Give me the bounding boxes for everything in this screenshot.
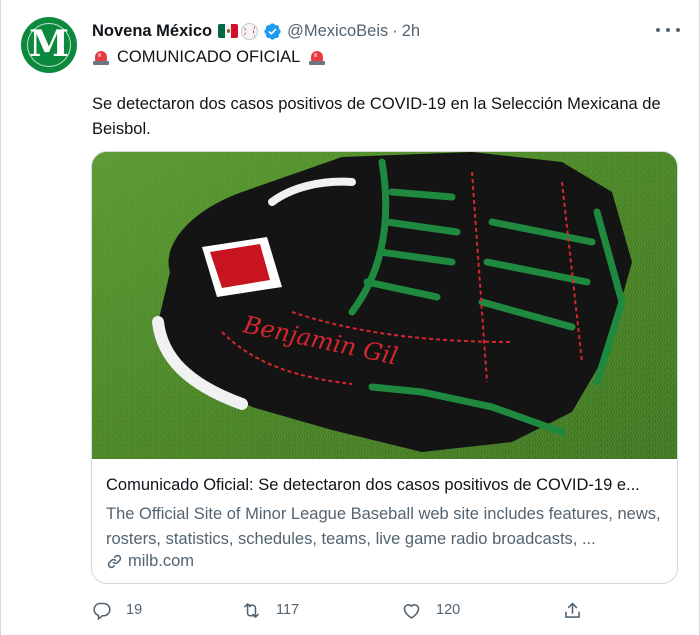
card-description: The Official Site of Minor League Baseba… [106, 505, 661, 548]
card-image[interactable]: Benjamin Gil [92, 152, 677, 459]
police-siren-icon [92, 48, 110, 66]
like-count: 120 [436, 602, 461, 618]
avatar[interactable]: M [21, 17, 77, 73]
tweet[interactable]: M Novena México @MexicoBeis · 2h COMUNIC… [0, 0, 700, 635]
retweet-button[interactable]: 117 [241, 596, 299, 624]
retweet-icon [244, 602, 259, 618]
glove-image: Benjamin Gil [92, 152, 677, 459]
retweet-count: 117 [276, 602, 300, 618]
link-icon [107, 554, 122, 568]
baseball-icon [241, 22, 259, 40]
display-name[interactable]: Novena México [92, 22, 212, 41]
avatar-ring [27, 23, 71, 67]
share-button[interactable] [562, 596, 583, 624]
like-button[interactable]: 120 [401, 596, 460, 624]
heart-icon [403, 603, 420, 619]
reply-icon [93, 602, 111, 620]
timestamp[interactable]: 2h [402, 22, 420, 41]
separator-dot: · [392, 21, 398, 40]
reply-count: 19 [126, 602, 143, 618]
action-bar: 19 117 120 [1, 596, 700, 624]
headline-text: COMUNICADO OFICIAL [117, 47, 301, 66]
mexico-flag-icon [218, 24, 239, 38]
share-icon [565, 602, 580, 618]
reply-button[interactable]: 19 [91, 596, 142, 624]
more-options-icon[interactable] [656, 20, 680, 40]
tweet-text: Se detectaron dos casos positivos de COV… [92, 95, 661, 138]
verified-badge-icon [264, 22, 281, 40]
card-title[interactable]: Comunicado Oficial: Se detectaron dos ca… [106, 476, 666, 495]
link-card[interactable]: Benjamin Gil Comunicado Oficial: Se dete… [91, 151, 678, 584]
handle[interactable]: @MexicoBeis [287, 22, 388, 41]
headline-line: COMUNICADO OFICIAL [92, 45, 326, 69]
police-siren-icon [308, 48, 326, 66]
card-domain-text: milb.com [128, 551, 195, 570]
card-domain[interactable]: milb.com [106, 550, 194, 572]
tweet-header: Novena México @MexicoBeis · 2h [92, 20, 420, 42]
